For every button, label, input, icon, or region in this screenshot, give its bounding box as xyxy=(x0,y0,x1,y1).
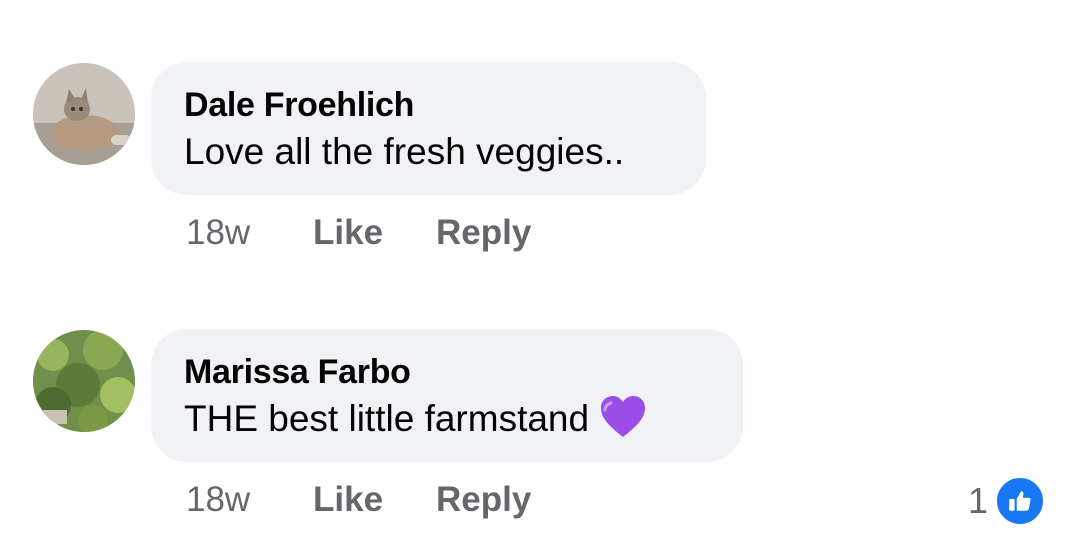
comment-author[interactable]: Marissa Farbo xyxy=(184,351,710,393)
comment-actions: 18w Like Reply xyxy=(186,475,566,525)
comment-text-content: THE best little farmstand xyxy=(184,398,590,439)
comment-timestamp[interactable]: 18w xyxy=(186,475,250,525)
plants-photo-icon xyxy=(33,330,135,432)
comment: Marissa Farbo THE best little farmstand … xyxy=(0,0,1080,527)
comment-bubble: Marissa Farbo THE best little farmstand xyxy=(151,329,743,462)
comment-text: THE best little farmstand xyxy=(184,393,710,453)
thumbs-up-icon xyxy=(994,475,1047,527)
purple-heart-icon xyxy=(599,395,647,453)
like-button[interactable]: Like xyxy=(313,475,383,525)
reaction-summary[interactable]: 1 xyxy=(968,475,1047,527)
avatar[interactable] xyxy=(33,330,135,432)
reaction-count: 1 xyxy=(968,480,989,521)
reply-button[interactable]: Reply xyxy=(436,475,531,525)
